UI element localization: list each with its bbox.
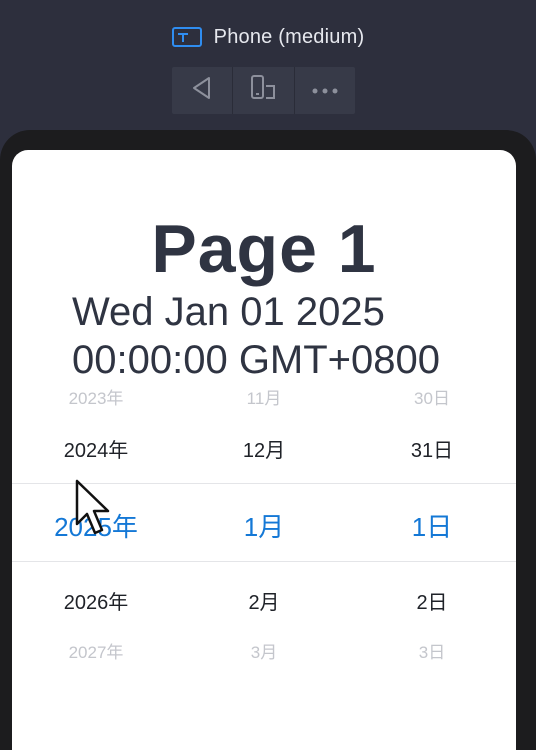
month-item[interactable]: 2月 <box>180 586 348 615</box>
more-icon <box>311 82 339 100</box>
year-item[interactable]: 2027年 <box>12 638 180 663</box>
phone-screen: Page 1 Wed Jan 01 2025 00:00:00 GMT+0800… <box>12 150 516 750</box>
day-item[interactable]: 30日 <box>348 384 516 409</box>
day-item-selected[interactable]: 1日 <box>348 507 516 544</box>
date-line-2: 00:00:00 GMT+0800 <box>72 338 441 382</box>
date-text: Wed Jan 01 2025 00:00:00 GMT+0800 <box>72 288 492 384</box>
mouse-cursor-icon <box>74 478 114 538</box>
page-title: Page 1 <box>151 211 377 287</box>
date-line-1: Wed Jan 01 2025 <box>72 290 385 334</box>
back-button[interactable] <box>172 67 234 114</box>
month-column[interactable]: 11月 12月 1月 2月 3月 <box>180 380 348 663</box>
year-item[interactable]: 2024年 <box>12 434 180 463</box>
month-item-selected[interactable]: 1月 <box>180 507 348 544</box>
day-column[interactable]: 30日 31日 1日 2日 3日 <box>348 380 516 663</box>
rotate-button[interactable] <box>233 67 295 114</box>
rotate-device-icon <box>248 74 278 107</box>
day-item[interactable]: 3日 <box>348 638 516 663</box>
back-icon <box>189 75 215 106</box>
day-item[interactable]: 2日 <box>348 586 516 615</box>
device-title: Phone (medium) <box>213 25 365 48</box>
month-item[interactable]: 12月 <box>180 434 348 463</box>
more-button[interactable] <box>295 67 355 114</box>
month-item[interactable]: 3月 <box>180 638 348 663</box>
day-item[interactable]: 31日 <box>348 434 516 463</box>
device-header: Phone (medium) <box>0 24 536 50</box>
month-item[interactable]: 11月 <box>180 384 348 409</box>
year-item[interactable]: 2026年 <box>12 586 180 615</box>
year-item[interactable]: 2023年 <box>12 384 180 409</box>
device-toolbar <box>172 67 355 114</box>
device-icon <box>171 27 202 47</box>
app-root: Phone (medium) Page 1 Wed Jan 01 2025 00… <box>0 0 536 750</box>
